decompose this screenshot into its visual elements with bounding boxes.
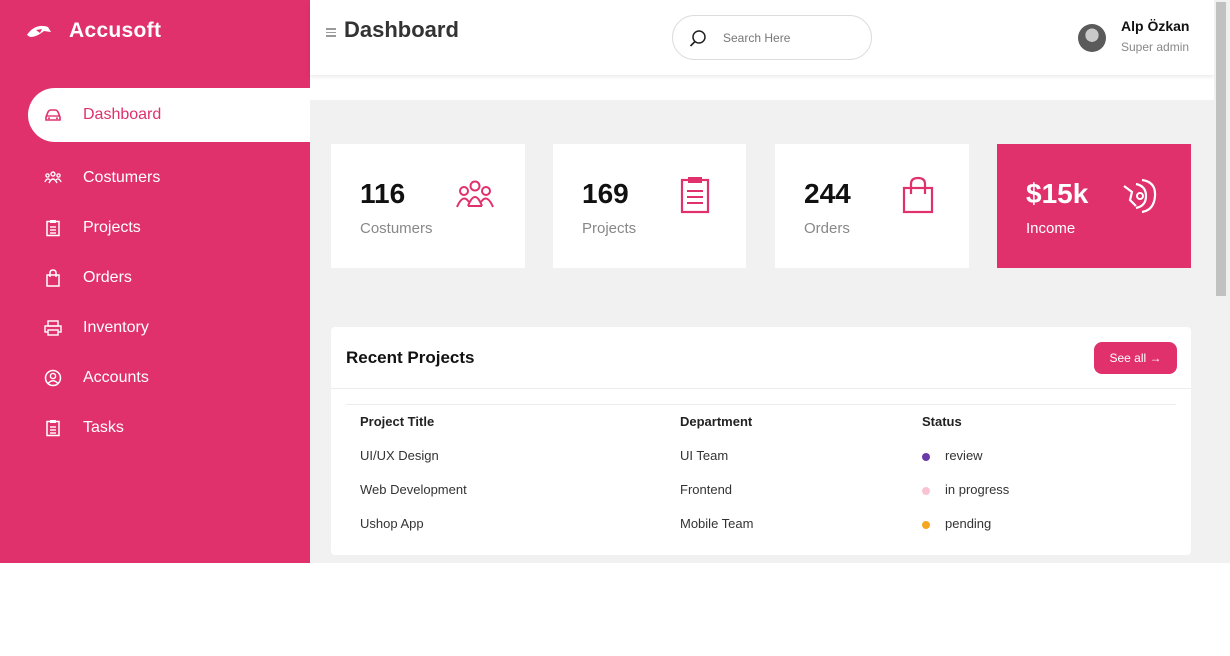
table-row[interactable]: Web Development Frontend in progress (346, 473, 1176, 507)
project-department: Mobile Team (680, 516, 754, 531)
bag-icon (44, 269, 62, 287)
projects-table: Project Title Department Status UI/UX De… (346, 404, 1176, 541)
project-title: UI/UX Design (360, 448, 439, 463)
avatar[interactable] (1078, 24, 1106, 52)
project-status: in progress (908, 473, 1176, 507)
menu-toggle-icon[interactable] (326, 28, 336, 37)
sidebar-item-label: Orders (83, 269, 132, 286)
panel-header: Recent Projects See all → (331, 327, 1191, 389)
search-input[interactable] (723, 30, 853, 45)
search-box[interactable] (672, 15, 872, 60)
stat-value: 169 (582, 178, 629, 209)
stat-label: Income (1026, 220, 1076, 237)
stat-card-projects[interactable]: 169 Projects (553, 144, 746, 268)
stat-card-income[interactable]: $15k Income (997, 144, 1191, 268)
brand-name: Accusoft (69, 19, 162, 42)
project-status: pending (908, 507, 1176, 541)
people-icon (456, 180, 494, 208)
status-dot (922, 520, 930, 529)
table-row[interactable]: Ushop App Mobile Team pending (346, 507, 1176, 541)
sidebar-item-projects[interactable]: Projects (0, 203, 310, 253)
see-all-button[interactable]: See all → (1094, 342, 1177, 374)
stat-value: $15k (1026, 178, 1089, 209)
project-title: Web Development (360, 482, 467, 497)
sidebar-item-label: Accounts (83, 369, 149, 386)
column-header: Status (922, 414, 962, 430)
status-text: in progress (945, 482, 1010, 497)
stat-label: Projects (582, 220, 637, 237)
stat-value: 244 (804, 178, 851, 209)
sidebar-item-label: Costumers (83, 169, 161, 186)
brand[interactable]: Accusoft (26, 16, 161, 46)
sidebar-item-accounts[interactable]: Accounts (0, 353, 310, 403)
stat-card-costumers[interactable]: 116 Costumers (331, 144, 525, 268)
search-icon (689, 29, 706, 47)
project-department: UI Team (680, 448, 729, 463)
sidebar-item-label: Dashboard (83, 106, 162, 123)
status-dot (922, 486, 930, 495)
sidebar-item-tasks[interactable]: Tasks (0, 403, 310, 453)
stat-value: 116 (360, 178, 406, 209)
clipboard-icon (44, 419, 62, 437)
column-header: Project Title (360, 414, 435, 430)
printer-icon (44, 319, 62, 337)
user-profile[interactable]: Alp Özkan Super admin (1078, 18, 1189, 54)
scrollbar-thumb[interactable] (1216, 2, 1226, 296)
sidebar-item-orders[interactable]: Orders (0, 253, 310, 303)
sidebar: Accusoft Dashboard Costumers Projects Or… (0, 0, 310, 563)
stat-card-orders[interactable]: 244 Orders (775, 144, 969, 268)
table-row[interactable]: UI/UX Design UI Team review (346, 439, 1176, 473)
sidebar-nav: Dashboard Costumers Projects Orders Inve… (0, 88, 310, 453)
recent-projects-panel: Recent Projects See all → Project Title … (331, 327, 1191, 555)
page-title: Dashboard (344, 17, 459, 42)
sidebar-item-label: Tasks (83, 419, 124, 436)
people-icon (44, 169, 62, 187)
clipboard-icon (44, 219, 62, 237)
logo-icon (27, 25, 51, 37)
sidebar-item-dashboard[interactable]: Dashboard (28, 88, 310, 142)
user-role: Super admin (1121, 40, 1190, 54)
user-name: Alp Özkan (1121, 18, 1190, 34)
status-dot (922, 452, 930, 461)
sidebar-item-inventory[interactable]: Inventory (0, 303, 310, 353)
stat-label: Costumers (360, 220, 433, 237)
status-text: review (945, 448, 983, 463)
user-circle-icon (44, 369, 62, 387)
app: Accusoft Dashboard Costumers Projects Or… (0, 0, 1230, 563)
bag-icon (902, 176, 934, 214)
topbar: Dashboard Alp Özkan Super admin (310, 0, 1214, 75)
project-department: Frontend (680, 482, 733, 497)
sidebar-item-label: Projects (83, 219, 141, 236)
column-header: Department (680, 414, 753, 430)
panel-title: Recent Projects (346, 348, 475, 367)
table-header-row: Project Title Department Status (346, 405, 1176, 439)
project-title: Ushop App (360, 516, 424, 531)
sidebar-item-costumers[interactable]: Costumers (0, 153, 310, 203)
status-text: pending (945, 516, 992, 531)
car-icon (44, 106, 62, 124)
sidebar-item-label: Inventory (83, 319, 149, 336)
project-status: review (908, 439, 1176, 473)
stat-label: Orders (804, 220, 850, 237)
clipboard-icon (680, 177, 710, 214)
money-icon (1123, 178, 1157, 214)
main-content: 116 Costumers 169 Projects 244 Orders $1… (310, 100, 1214, 563)
